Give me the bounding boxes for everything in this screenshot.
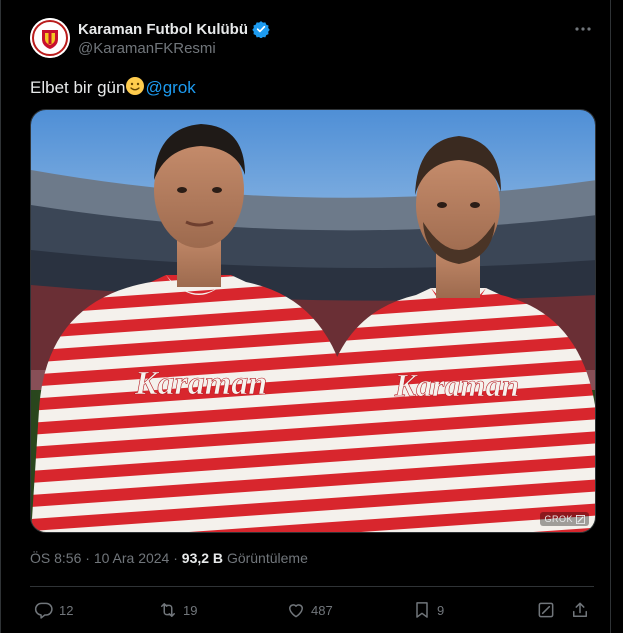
generated-photo: Karaman Karaman: [31, 110, 595, 532]
author-handle[interactable]: @KaramanFKResmi: [78, 40, 216, 57]
club-crest-icon: [30, 18, 70, 58]
repost-button[interactable]: 19: [158, 596, 197, 624]
views-count: 93,2 B: [181, 550, 224, 566]
action-bar: 12 19 487 9: [30, 596, 594, 624]
tweet-date[interactable]: 10 Ara 2024: [94, 550, 170, 566]
reply-icon: [34, 602, 53, 619]
tweet-meta: ÖS 8:56 · 10 Ara 2024 · 93,2 B Görüntüle…: [30, 550, 308, 566]
grok-edit-button[interactable]: [536, 596, 556, 624]
share-icon: [573, 602, 587, 617]
tweet-time[interactable]: ÖS 8:56: [30, 550, 81, 566]
repost-icon: [161, 603, 175, 617]
mention-link[interactable]: @grok: [145, 78, 195, 97]
more-options-button[interactable]: [572, 18, 594, 40]
share-button[interactable]: [570, 596, 590, 624]
grok-icon: [538, 602, 554, 618]
views-label: Görüntüleme: [226, 550, 308, 566]
grok-badge-label: GROK: [544, 514, 573, 524]
bookmark-count: 9: [437, 602, 445, 618]
meta-separator: ·: [81, 550, 94, 566]
meta-separator: ·: [169, 550, 182, 566]
author-name[interactable]: Karaman Futbol Kulübü: [78, 21, 248, 38]
grok-logo-icon: [576, 514, 585, 524]
like-button[interactable]: 487: [286, 596, 333, 624]
divider: [30, 586, 594, 587]
bookmark-button[interactable]: 9: [412, 596, 444, 624]
like-count: 487: [311, 602, 333, 618]
left-shirt-text: Karaman: [134, 365, 267, 402]
tweet-image[interactable]: Karaman Karaman GROK: [30, 109, 596, 533]
tweet-text: Elbet bir gün @grok: [30, 76, 196, 102]
verified-badge-icon: [252, 21, 270, 38]
heart-icon: [289, 604, 303, 618]
reply-button[interactable]: 12: [34, 596, 73, 624]
tweet-detail: Karaman Futbol Kulübü @KaramanFKResmi El…: [0, 0, 611, 633]
avatar[interactable]: [30, 18, 70, 58]
slightly-smiling-face-icon: [125, 76, 145, 102]
more-dots-icon: [575, 27, 591, 31]
tweet-text-body: Elbet bir gün: [30, 78, 126, 97]
grok-badge: GROK: [540, 512, 589, 526]
author-row: Karaman Futbol Kulübü: [78, 20, 270, 38]
repost-count: 19: [183, 602, 198, 618]
bookmark-icon: [416, 602, 428, 618]
right-shirt-text: Karaman: [394, 367, 519, 403]
reply-count: 12: [59, 602, 74, 618]
